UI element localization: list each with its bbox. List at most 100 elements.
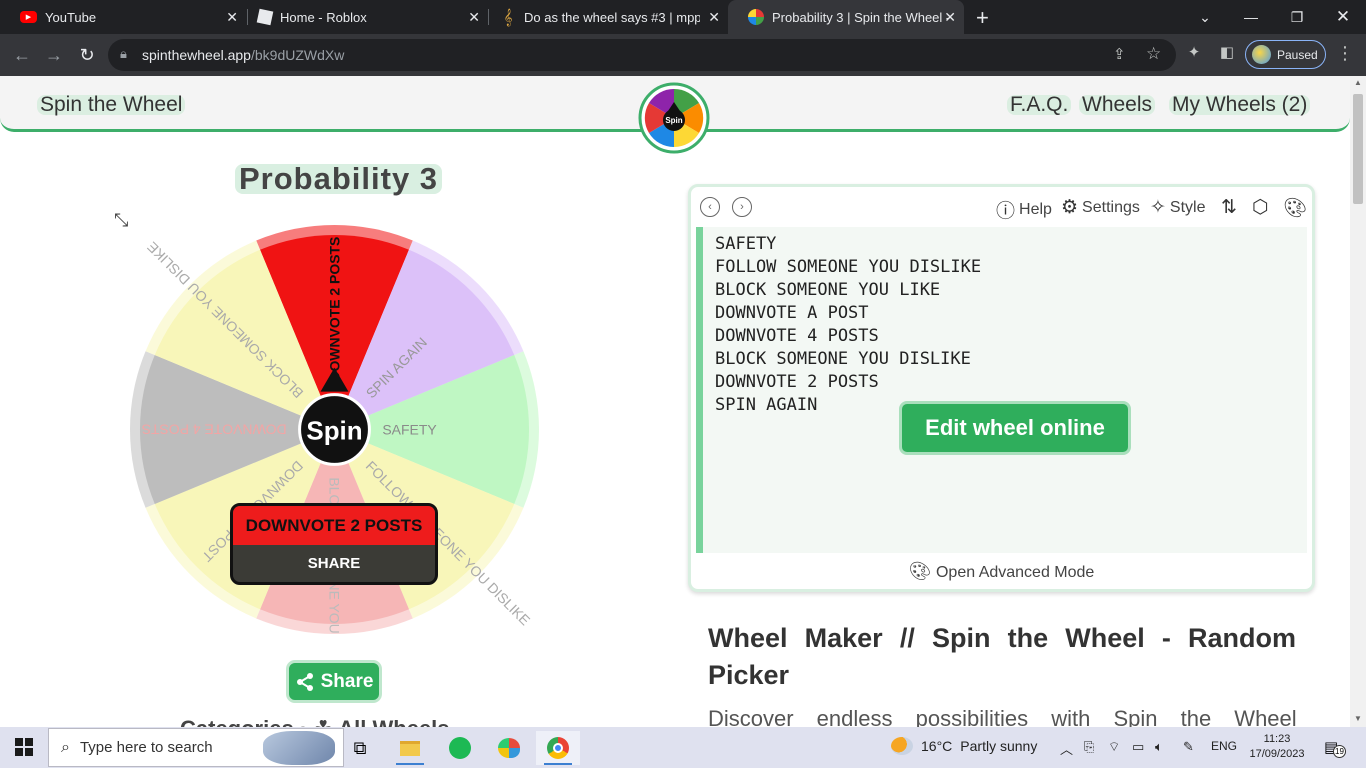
address-bar[interactable]: 🔒︎ spinthewheel.app/bk9dUZWdXw ⇪ ☆ [108, 39, 1176, 71]
help-icon: ⓘ [996, 201, 1016, 222]
sort-icon[interactable]: ⇅ [1221, 196, 1237, 219]
entry-line: DOWNVOTE 2 POSTS [715, 372, 879, 392]
close-icon[interactable]: ✕ [944, 9, 956, 26]
page-scrollbar[interactable]: ▲ ▼ [1350, 76, 1366, 727]
wheel-title: Probability 3 [235, 163, 443, 194]
search-highlight-icon [263, 731, 335, 765]
help-label: Help [1019, 200, 1052, 218]
nav-my-wheels[interactable]: My Wheels (2) [1169, 94, 1311, 115]
chrome-icon[interactable] [536, 731, 580, 765]
side-panel-icon[interactable]: ◧ [1216, 43, 1238, 61]
pen-icon[interactable]: ✎ [1183, 739, 1194, 755]
spotify-icon[interactable] [438, 731, 482, 765]
close-icon[interactable]: ✕ [708, 9, 720, 26]
taskbar-clock[interactable]: 11:23 17/09/2023 [1249, 732, 1305, 762]
tab-title: Do as the wheel says #3 | mpp.co [524, 9, 700, 25]
bookmark-star-icon[interactable]: ☆ [1146, 44, 1161, 64]
partly-sunny-icon [891, 737, 913, 755]
task-view-icon[interactable]: ⧉ [338, 731, 382, 765]
gear-icon: ⚙ [1061, 197, 1079, 218]
wifi-icon[interactable]: ⌔ [1108, 739, 1120, 755]
meet-now-icon[interactable]: ⎘ [1084, 739, 1094, 755]
result-share-button[interactable]: SHARE [233, 545, 435, 582]
entry-line: DOWNVOTE A POST [715, 303, 869, 323]
entry-line: BLOCK SOMEONE YOU LIKE [715, 280, 941, 300]
browser-tab-strip: ▶ YouTube ✕ Home - Roblox ✕ 𝄞 Do as the … [0, 0, 1366, 34]
lock-icon[interactable]: 🔒︎ [120, 46, 127, 62]
notifications-icon[interactable]: ▤ 19 [1324, 738, 1346, 758]
url-host: spinthewheel.app [142, 47, 251, 63]
forward-icon[interactable]: → [42, 43, 66, 67]
share-button[interactable]: Share [286, 660, 382, 703]
profile-button[interactable]: Paused [1245, 40, 1326, 69]
share-page-icon[interactable]: ⇪ [1113, 45, 1126, 63]
advanced-mode-label: Open Advanced Mode [935, 564, 1095, 581]
nav-wheels[interactable]: Wheels [1079, 94, 1156, 115]
tab-roblox[interactable]: Home - Roblox ✕ [238, 0, 488, 34]
menu-kebab-icon[interactable]: ⋮ [1334, 43, 1356, 64]
close-icon[interactable]: ✕ [468, 9, 480, 26]
share-label: Share [320, 670, 374, 692]
entries-textarea[interactable]: SAFETY FOLLOW SOMEONE YOU DISLIKE BLOCK … [696, 227, 1307, 553]
help-button[interactable]: ⓘ Help [996, 196, 1052, 223]
wheel-segment-label: SAFETY [382, 421, 436, 437]
redo-icon[interactable]: › [732, 197, 752, 217]
tab-mpp[interactable]: 𝄞 Do as the wheel says #3 | mpp.co ✕ [480, 0, 728, 34]
undo-icon[interactable]: ‹ [700, 197, 720, 217]
categories-heading[interactable]: Categories · ☘ All Wheels [180, 716, 450, 727]
search-icon: ⌕ [61, 738, 70, 756]
new-tab-button[interactable]: + [976, 5, 989, 31]
windows-start-icon[interactable] [15, 738, 33, 761]
scrollbar-thumb[interactable] [1353, 94, 1363, 204]
url-path: /bk9dUZWdXw [250, 47, 345, 63]
shuffle-cube-icon[interactable]: ⬡ [1252, 196, 1269, 219]
advanced-mode-link[interactable]: 🎨︎ Open Advanced Mode [691, 561, 1312, 582]
notification-count-badge: 19 [1333, 745, 1346, 758]
close-icon[interactable]: ✕ [226, 9, 238, 26]
entry-line: SAFETY [715, 234, 777, 254]
page-viewport: Spin the Wheel F.A.Q. Wheels My Wheels (… [0, 76, 1350, 727]
youtube-icon: ▶ [20, 11, 37, 23]
tab-title: Home - Roblox [280, 9, 367, 25]
entries-list: SAFETY FOLLOW SOMEONE YOU DISLIKE BLOCK … [715, 233, 981, 417]
file-explorer-icon[interactable] [388, 731, 432, 765]
style-button[interactable]: ✧ Style [1150, 196, 1206, 219]
url-text[interactable]: spinthewheel.app/bk9dUZWdXw [142, 47, 344, 63]
edit-wheel-online-button[interactable]: Edit wheel online [899, 401, 1131, 455]
entry-line: DOWNVOTE 4 POSTS [715, 326, 879, 346]
restore-icon[interactable]: ❐ [1274, 0, 1320, 34]
fullscreen-expand-icon[interactable]: ⤡ [114, 210, 128, 231]
sparkle-icon: ✧ [1150, 197, 1166, 218]
window-close-icon[interactable]: ✕ [1320, 0, 1366, 34]
minimize-icon[interactable]: — [1228, 0, 1274, 34]
about-heading: Wheel Maker // Spin the Wheel - Random P… [708, 623, 1296, 690]
nav-faq[interactable]: F.A.Q. [1007, 94, 1072, 115]
editor-panel: ‹ › ⓘ Help ⚙ Settings ✧ Style ⇅ ⬡ 🎨︎ SAFETY… [688, 184, 1315, 592]
result-name: DOWNVOTE 2 POSTS [233, 506, 435, 545]
tab-spin-the-wheel[interactable]: Probability 3 | Spin the Wheel - R ✕ [728, 0, 964, 34]
paint-icon[interactable] [487, 731, 531, 765]
weather-description: Partly sunny [960, 738, 1038, 754]
volume-icon[interactable]: 🔈︎ [1155, 739, 1163, 755]
entry-line: BLOCK SOMEONE YOU DISLIKE [715, 349, 971, 369]
scroll-down-icon[interactable]: ▼ [1354, 714, 1362, 723]
weather-widget[interactable]: 16°C Partly sunny [891, 737, 1037, 755]
back-icon[interactable]: ← [10, 43, 34, 67]
language-indicator[interactable]: ENG [1211, 739, 1237, 753]
extensions-icon[interactable]: ✦ [1183, 43, 1205, 61]
tab-youtube[interactable]: ▶ YouTube ✕ [0, 0, 246, 34]
clock-date: 17/09/2023 [1249, 748, 1305, 760]
scroll-up-icon[interactable]: ▲ [1354, 78, 1362, 87]
palette-icon[interactable]: 🎨︎ [1283, 196, 1307, 220]
wheel-segment-label: DOWNVOTE 4 POSTS [142, 422, 287, 438]
battery-icon[interactable]: ▭ [1132, 739, 1144, 755]
search-placeholder: Type here to search [79, 739, 213, 756]
brand-link[interactable]: Spin the Wheel [37, 94, 186, 115]
settings-button[interactable]: ⚙ Settings [1061, 196, 1140, 219]
reload-icon[interactable]: ↻ [75, 43, 99, 67]
music-note-icon: 𝄞 [503, 8, 513, 26]
show-hidden-icons-icon[interactable]: ︿ [1060, 739, 1073, 758]
taskbar-search-box[interactable]: ⌕ Type here to search [48, 728, 344, 767]
site-logo[interactable]: Spin [638, 80, 710, 158]
tab-search-icon[interactable]: ⌄ [1182, 0, 1228, 34]
